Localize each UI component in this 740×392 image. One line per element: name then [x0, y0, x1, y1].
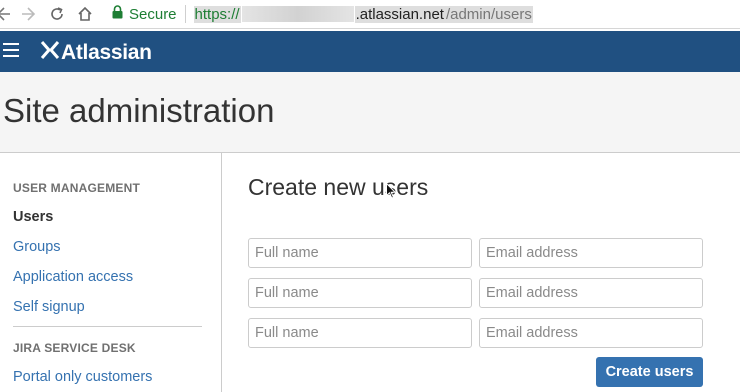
sidebar-heading-user-management: USER MANAGEMENT	[13, 181, 141, 195]
app-header: Atlassian	[0, 31, 740, 72]
sidebar-heading-jira-service-desk: JIRA SERVICE DESK	[13, 341, 136, 355]
url-redacted-subdomain	[241, 6, 354, 22]
page-title: Site administration	[3, 92, 275, 129]
reload-icon[interactable]	[48, 5, 66, 23]
url-path: /admin/users	[444, 5, 533, 23]
email-field-3[interactable]	[479, 318, 703, 348]
logo-text: Atlassian	[61, 40, 152, 64]
full-name-field-3[interactable]	[248, 318, 472, 348]
menu-icon[interactable]	[3, 43, 19, 57]
sidebar-item-self-signup[interactable]: Self signup	[13, 299, 85, 315]
sidebar-item-application-access[interactable]: Application access	[13, 269, 133, 285]
url-scheme: https://	[193, 5, 241, 23]
home-icon[interactable]	[76, 5, 94, 23]
forward-icon[interactable]	[20, 5, 38, 23]
create-users-title: Create new users	[248, 174, 429, 200]
full-name-field-2[interactable]	[248, 278, 472, 308]
sidebar-item-portal-only-customers[interactable]: Portal only customers	[13, 369, 152, 385]
sidebar-item-groups[interactable]: Groups	[13, 239, 61, 255]
mouse-cursor-icon	[386, 182, 397, 199]
address-bar[interactable]: Secure https:// .atlassian.net /admin/us…	[112, 4, 533, 24]
url-divider	[184, 5, 186, 23]
email-field-1[interactable]	[479, 238, 703, 268]
sidebar: USER MANAGEMENT Users Groups Application…	[0, 153, 222, 392]
full-name-field-1[interactable]	[248, 238, 472, 268]
sidebar-item-users[interactable]: Users	[13, 209, 53, 225]
secure-label: Secure	[129, 5, 177, 23]
atlassian-mark-icon	[40, 40, 60, 65]
atlassian-logo[interactable]: Atlassian	[40, 40, 152, 65]
url-host: .atlassian.net	[354, 5, 445, 23]
page-header: Site administration	[0, 72, 740, 153]
email-field-2[interactable]	[479, 278, 703, 308]
sidebar-divider	[13, 326, 202, 327]
create-users-button[interactable]: Create users	[596, 357, 703, 387]
back-icon[interactable]	[0, 5, 12, 23]
browser-toolbar: Secure https:// .atlassian.net /admin/us…	[0, 0, 740, 29]
lock-icon	[112, 4, 123, 24]
